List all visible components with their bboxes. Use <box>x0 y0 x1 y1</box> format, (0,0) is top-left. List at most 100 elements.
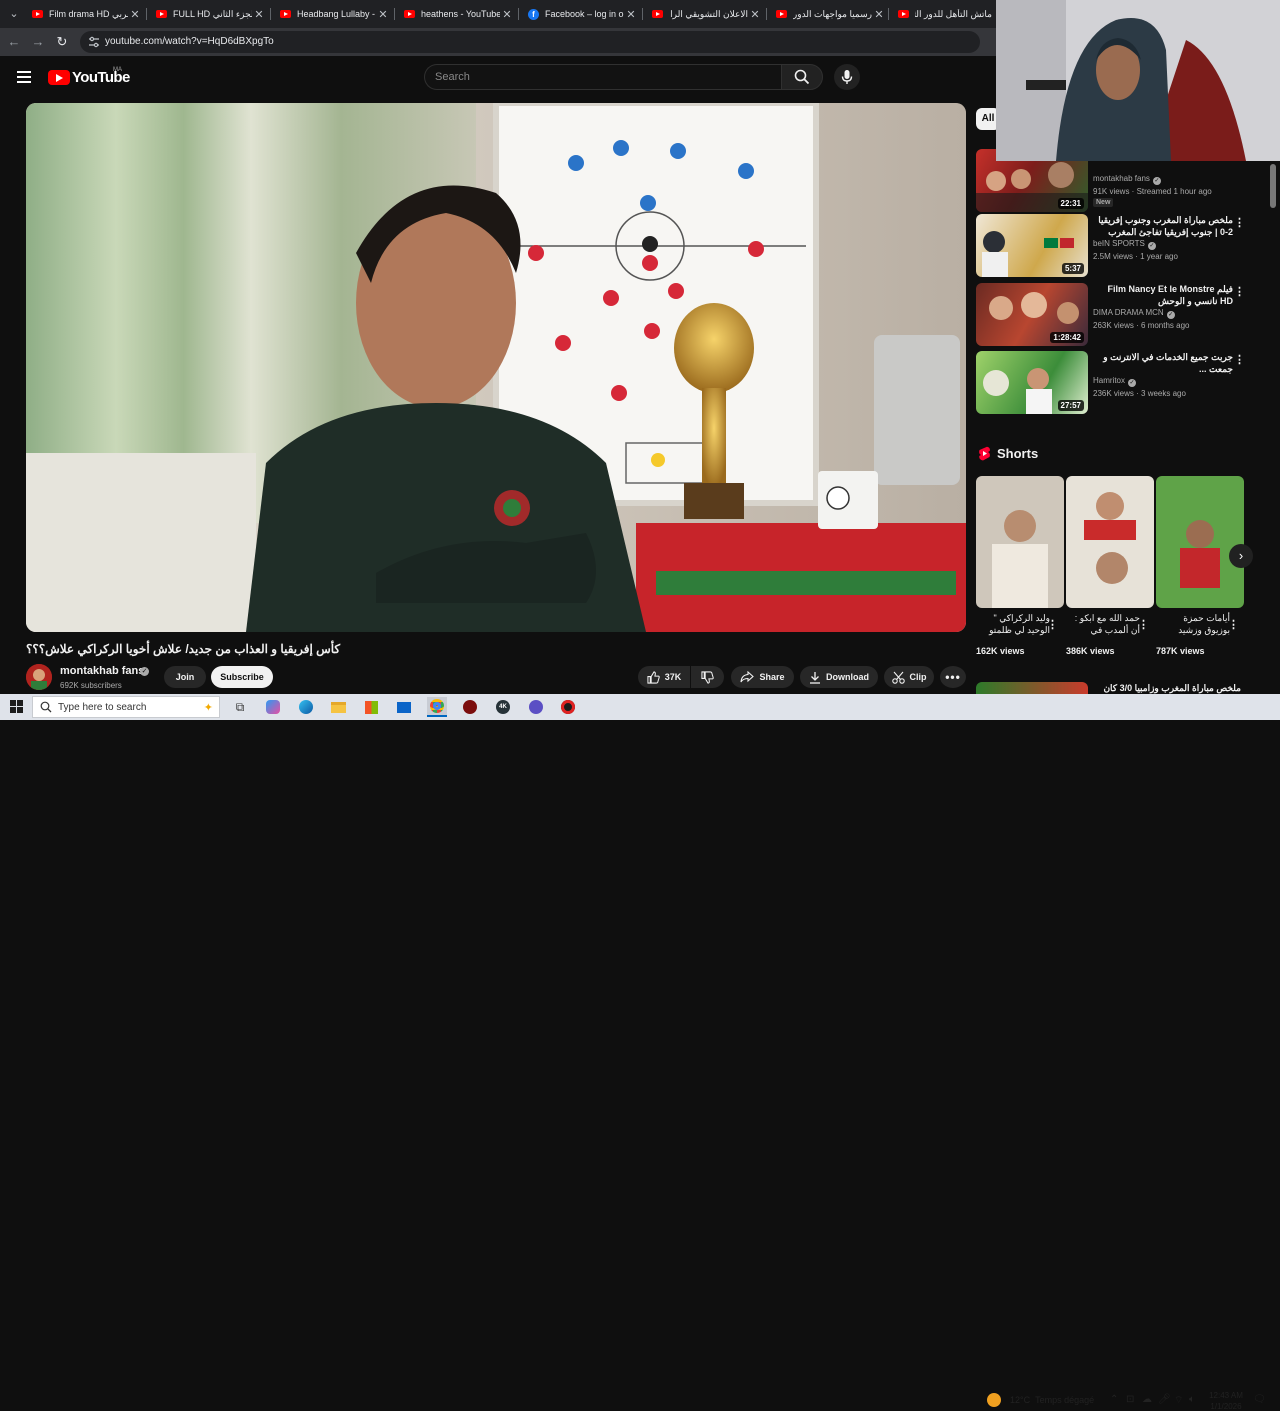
youtube-icon <box>404 9 415 20</box>
short-thumbnail[interactable] <box>1156 476 1244 608</box>
like-button[interactable]: 37K <box>638 666 690 688</box>
back-arrow-icon[interactable]: ← <box>6 34 22 50</box>
youtube-icon <box>898 9 909 20</box>
browser-tab[interactable]: رسميا مواجهات الدور ✕ <box>770 3 890 25</box>
recommendation-item[interactable]: 1:28:42 فيلم Film Nancy Et le Monstre HD… <box>976 283 1246 346</box>
like-count: 37K <box>664 672 682 682</box>
onedrive-icon[interactable]: ☁ <box>1142 1394 1152 1405</box>
dislike-button[interactable] <box>691 666 724 688</box>
more-actions-button[interactable]: ••• <box>940 666 966 688</box>
menu-icon[interactable] <box>17 71 31 83</box>
taskbar-search-input[interactable]: Type here to search ✦ <box>32 696 220 718</box>
address-bar[interactable]: youtube.com/watch?v=HqD6dBXpgTo <box>80 31 980 53</box>
copilot-icon[interactable] <box>263 697 283 717</box>
short-thumbnail-art <box>976 476 1064 608</box>
browser-tab[interactable]: FULL HD الجزء الثاني ✕ <box>150 3 270 25</box>
youtube-icon <box>280 9 291 20</box>
search-icon <box>40 701 52 713</box>
video-thumbnail: 5:37 <box>976 214 1088 277</box>
chevron-up-icon[interactable]: ⌃ <box>1110 1394 1118 1405</box>
chrome-icon[interactable] <box>427 697 447 717</box>
close-tab-icon[interactable]: ✕ <box>252 8 266 21</box>
notification-icon[interactable]: 🗨︎ <box>1253 1394 1266 1405</box>
tab-title: heathens - YouTube <box>421 9 500 19</box>
verified-check-icon: ✓ <box>1147 242 1156 250</box>
voice-search-button[interactable] <box>834 64 860 90</box>
join-button[interactable]: Join <box>164 666 206 688</box>
more-vertical-icon[interactable]: ⋮ <box>1234 285 1245 298</box>
browser-tab[interactable]: heathens - YouTube ✕ <box>398 3 518 25</box>
download-button[interactable]: Download <box>800 666 878 688</box>
volume-icon[interactable]: 🔈︎ <box>1189 1394 1195 1405</box>
video-thumbnail: 27:57 <box>976 351 1088 414</box>
site-info-icon[interactable] <box>88 36 100 48</box>
tab-title: Facebook – log in or <box>545 9 624 19</box>
clock-date[interactable]: 1/1/2026 <box>1206 1402 1246 1411</box>
channel-name[interactable]: montakhab fans <box>60 665 144 677</box>
recommendation-meta: 91K views · Streamed 1 hour ago <box>1093 187 1212 196</box>
microphone-tray-icon[interactable]: 🎤︎ <box>1158 1394 1171 1405</box>
mail-icon[interactable] <box>394 697 414 717</box>
edge-icon[interactable] <box>296 697 316 717</box>
short-thumbnail[interactable] <box>1066 476 1154 608</box>
subscriber-count: 692K subscribers <box>60 681 122 690</box>
clock-time[interactable]: 12:43 AM <box>1208 1391 1244 1400</box>
more-vertical-icon[interactable]: ⋮ <box>1234 353 1245 366</box>
youtube-icon <box>32 9 43 20</box>
verified-check-icon: ✓ <box>1166 311 1175 319</box>
windows-start-icon[interactable] <box>10 700 23 713</box>
short-views: 787K views <box>1156 646 1205 656</box>
tab-search-chevron-icon[interactable]: ⌄ <box>4 4 24 24</box>
video-duration: 22:31 <box>1057 198 1084 209</box>
close-tab-icon[interactable]: ✕ <box>872 8 886 21</box>
thumbs-up-icon <box>647 670 660 684</box>
reload-icon[interactable]: ↻ <box>54 34 70 50</box>
close-tab-icon[interactable]: ✕ <box>376 8 390 21</box>
share-button[interactable]: Share <box>731 666 794 688</box>
tab-title: ماتش التأهل للدور الثا <box>915 8 992 19</box>
browser-tab[interactable]: Headbang Lullaby - 2 ✕ <box>274 3 394 25</box>
shorts-next-chevron-icon[interactable]: › <box>1229 544 1253 568</box>
browser-tab[interactable]: الاعلان التشويقي الرا ✕ <box>646 3 766 25</box>
search-input[interactable]: Search <box>424 64 782 90</box>
wifi-icon[interactable]: ⌔ <box>1174 1394 1183 1407</box>
more-vertical-icon[interactable]: ⋮ <box>1234 216 1245 229</box>
network-tray-icon[interactable]: ⊡ <box>1126 1394 1134 1405</box>
weather-temperature[interactable]: 12°C Temps dégagé <box>1010 1395 1094 1405</box>
more-vertical-icon[interactable]: ⋮ <box>1047 618 1058 631</box>
video-duration: 1:28:42 <box>1050 332 1084 343</box>
subscribe-button[interactable]: Subscribe <box>211 666 273 688</box>
recorder-app-icon[interactable] <box>460 697 480 717</box>
more-vertical-icon[interactable]: ⋮ <box>1138 618 1149 631</box>
recommendation-item[interactable]: 27:57 جربت جميع الخدمات في الانترنت و جم… <box>976 351 1246 414</box>
webcam-feed <box>996 0 1280 161</box>
search-button[interactable] <box>781 64 823 90</box>
recommendation-item[interactable]: 5:37 ملخص مباراة المغرب وجنوب إفريقيا 2-… <box>976 214 1246 277</box>
video-thumbnail[interactable] <box>976 682 1088 694</box>
weather-moon-icon[interactable] <box>987 1393 1001 1407</box>
more-vertical-icon[interactable]: ⋮ <box>1228 618 1239 631</box>
4k-downloader-icon[interactable]: 4K <box>493 697 513 717</box>
short-thumbnail[interactable] <box>976 476 1064 608</box>
close-tab-icon[interactable]: ✕ <box>748 8 762 21</box>
recommendation-channel-row: montakhab fans ✓ <box>1093 174 1161 185</box>
video-player[interactable] <box>26 103 966 632</box>
channel-avatar[interactable] <box>26 664 52 690</box>
obs-studio-icon[interactable] <box>558 697 578 717</box>
file-explorer-icon[interactable] <box>328 697 348 717</box>
browser-tab[interactable]: f Facebook – log in or ✕ <box>522 3 642 25</box>
microsoft-store-icon[interactable] <box>361 697 381 717</box>
discord-app-icon[interactable] <box>526 697 546 717</box>
short-views: 386K views <box>1066 646 1115 656</box>
close-tab-icon[interactable]: ✕ <box>128 8 142 21</box>
task-view-icon[interactable]: ⧉ <box>230 697 250 717</box>
browser-tab[interactable]: Film drama HD عربي ✕ <box>26 3 146 25</box>
scrollbar-thumb[interactable] <box>1270 164 1276 208</box>
short-title: حمد الله مع ابكو : أن ألمدب في <box>1074 613 1140 635</box>
recommendation-title: جربت جميع الخدمات في الانترنت و جمعت ... <box>1103 352 1233 374</box>
close-tab-icon[interactable]: ✕ <box>500 8 514 21</box>
browser-tab[interactable]: ماتش التأهل للدور الثا <box>892 3 996 25</box>
forward-arrow-icon[interactable]: → <box>30 34 46 50</box>
clip-button[interactable]: Clip <box>884 666 934 688</box>
close-tab-icon[interactable]: ✕ <box>624 8 638 21</box>
